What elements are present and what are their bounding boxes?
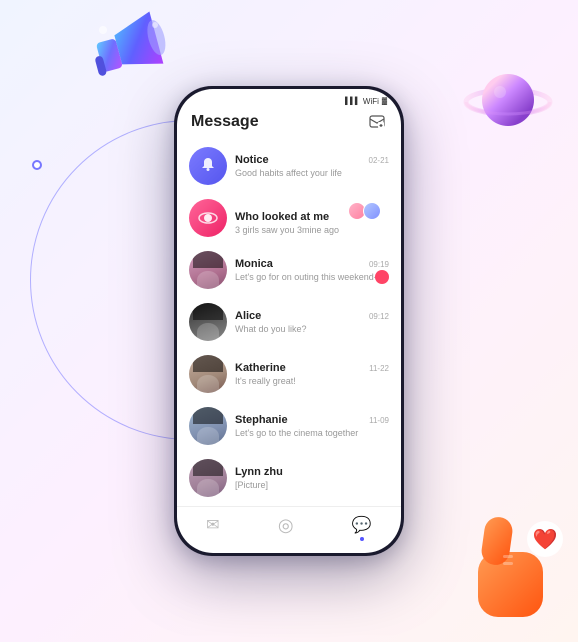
- stephanie-name: Stephanie: [235, 414, 288, 426]
- avatar-monica: [189, 251, 227, 289]
- avatar-notice: [189, 147, 227, 185]
- active-indicator: [360, 537, 364, 541]
- hand-decoration: ❤️: [463, 497, 563, 617]
- lynn-content: Lynn zhu [Picture]: [235, 466, 389, 490]
- app-header: Message: [177, 108, 401, 140]
- message-item-lynn[interactable]: Lynn zhu [Picture]: [177, 452, 401, 504]
- stephanie-content: Stephanie 11-09 Let's go to the cinema t…: [235, 414, 389, 438]
- monica-preview: Let's go for on outing this weekend-: [235, 272, 389, 282]
- svg-text:❤️: ❤️: [533, 528, 558, 551]
- katherine-content: Katherine 11-22 It's really great!: [235, 362, 389, 386]
- phone-frame: ▌▌▌ WiFi ▓ Message: [174, 86, 404, 556]
- viewer-avatar-2: [363, 202, 381, 220]
- avatar-stephanie: [189, 407, 227, 445]
- compose-icon[interactable]: [367, 112, 387, 132]
- alice-name: Alice: [235, 310, 261, 322]
- phone-mockup: ▌▌▌ WiFi ▓ Message: [174, 86, 404, 556]
- message-item-katherine[interactable]: Katherine 11-22 It's really great!: [177, 348, 401, 400]
- message-item-wholook[interactable]: Who looked at me 3 girls saw you 3mine a…: [177, 192, 401, 244]
- circle-nav-icon: ◎: [278, 515, 294, 536]
- avatar-alice: [189, 303, 227, 341]
- app-title: Message: [191, 113, 259, 131]
- notice-time: 02-21: [369, 156, 389, 165]
- wholook-preview: 3 girls saw you 3mine ago: [235, 225, 389, 235]
- signal-icon: ▌▌▌: [345, 98, 360, 105]
- message-item-stephanie[interactable]: Stephanie 11-09 Let's go to the cinema t…: [177, 400, 401, 452]
- monica-badge: [375, 270, 389, 284]
- battery-icon: ▓: [382, 98, 387, 105]
- wholook-content: Who looked at me 3 girls saw you 3mine a…: [235, 202, 389, 235]
- katherine-preview: It's really great!: [235, 376, 389, 386]
- wifi-icon: WiFi: [363, 97, 379, 106]
- message-item-alice[interactable]: Alice 09:12 What do you like?: [177, 296, 401, 348]
- notice-preview: Good habits affect your life: [235, 168, 389, 178]
- avatar-katherine: [189, 355, 227, 393]
- notice-name: Notice: [235, 154, 269, 166]
- nav-item-circle[interactable]: ◎: [278, 515, 294, 541]
- planet-decoration: [458, 60, 548, 150]
- monica-time: 09:19: [369, 260, 389, 269]
- phone-screen: ▌▌▌ WiFi ▓ Message: [177, 89, 401, 553]
- message-list: Notice 02-21 Good habits affect your lif…: [177, 140, 401, 506]
- message-nav-icon: 💬: [352, 515, 372, 535]
- message-item-notice[interactable]: Notice 02-21 Good habits affect your lif…: [177, 140, 401, 192]
- mail-nav-icon: ✉: [206, 515, 219, 535]
- message-item-colleen[interactable]: Colleen 10-23 [Video]: [177, 504, 401, 506]
- bottom-nav: ✉ ◎ 💬: [177, 506, 401, 553]
- alice-content: Alice 09:12 What do you like?: [235, 310, 389, 334]
- katherine-time: 11-22: [369, 364, 389, 373]
- avatar-wholook: [189, 199, 227, 237]
- message-item-monica[interactable]: Monica 09:19 Let's go for on outing this…: [177, 244, 401, 296]
- nav-item-message[interactable]: 💬: [352, 515, 372, 541]
- avatar-lynn: [189, 459, 227, 497]
- monica-content: Monica 09:19 Let's go for on outing this…: [235, 258, 389, 282]
- status-bar: ▌▌▌ WiFi ▓: [177, 89, 401, 108]
- lynn-preview: [Picture]: [235, 480, 389, 490]
- orbit-dot: [32, 160, 42, 170]
- lynn-name: Lynn zhu: [235, 466, 283, 478]
- stephanie-time: 11-09: [369, 416, 389, 425]
- alice-time: 09:12: [369, 312, 389, 321]
- viewer-avatars: [353, 202, 381, 220]
- nav-item-mail[interactable]: ✉: [206, 515, 219, 541]
- megaphone-decoration: [85, 10, 175, 100]
- stephanie-preview: Let's go to the cinema together: [235, 428, 389, 438]
- katherine-name: Katherine: [235, 362, 286, 374]
- alice-preview: What do you like?: [235, 324, 389, 334]
- wholook-name: Who looked at me: [235, 211, 329, 223]
- monica-name: Monica: [235, 258, 273, 270]
- notice-content: Notice 02-21 Good habits affect your lif…: [235, 154, 389, 178]
